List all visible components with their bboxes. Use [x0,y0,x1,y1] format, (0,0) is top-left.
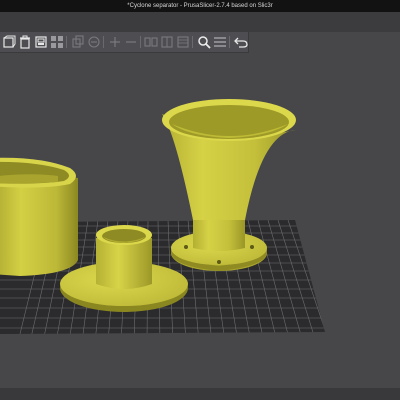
window-title: *Cyclone separator - PrusaSlicer-2.7.4 b… [127,3,273,9]
paste-button[interactable] [87,34,101,50]
toolbar-separator [229,36,230,48]
arrange-icon [51,36,63,48]
split-objects-icon [144,37,158,47]
copy-icon [72,35,84,48]
toolbar-separator [139,36,141,48]
large-cylinder-object[interactable] [0,157,78,276]
add-instance-button[interactable] [108,34,122,50]
main-toolbar [0,32,249,53]
layers-button[interactable] [213,34,227,50]
variable-layer-height-button[interactable] [176,34,190,50]
delete-icon [20,35,30,49]
3d-viewport[interactable] [0,52,400,400]
toolbar-separator [102,36,104,48]
remove-instance-icon [125,41,136,43]
split-parts-button[interactable] [160,34,174,50]
add-button[interactable] [2,34,16,50]
delete-all-button[interactable] [34,34,48,50]
add-instance-icon [109,37,120,47]
variable-layer-height-icon [177,36,189,48]
delete-all-icon [35,36,47,48]
search-button[interactable] [197,34,211,50]
status-bar [0,388,400,400]
toolbar-separator [66,36,67,48]
toolbar-separator [192,36,194,48]
layers-icon [214,37,227,47]
menu-bar-area [0,12,400,32]
copy-button[interactable] [71,34,85,50]
add-icon [3,35,16,48]
undo-icon [234,37,248,48]
undo-button[interactable] [234,34,248,50]
split-parts-icon [161,36,173,48]
remove-instance-button[interactable] [124,34,138,50]
split-objects-button[interactable] [144,34,158,50]
search-icon [198,36,211,49]
paste-icon [88,36,100,48]
title-bar: *Cyclone separator - PrusaSlicer-2.7.4 b… [0,0,400,12]
arrange-button[interactable] [50,34,64,50]
delete-button[interactable] [18,34,32,50]
